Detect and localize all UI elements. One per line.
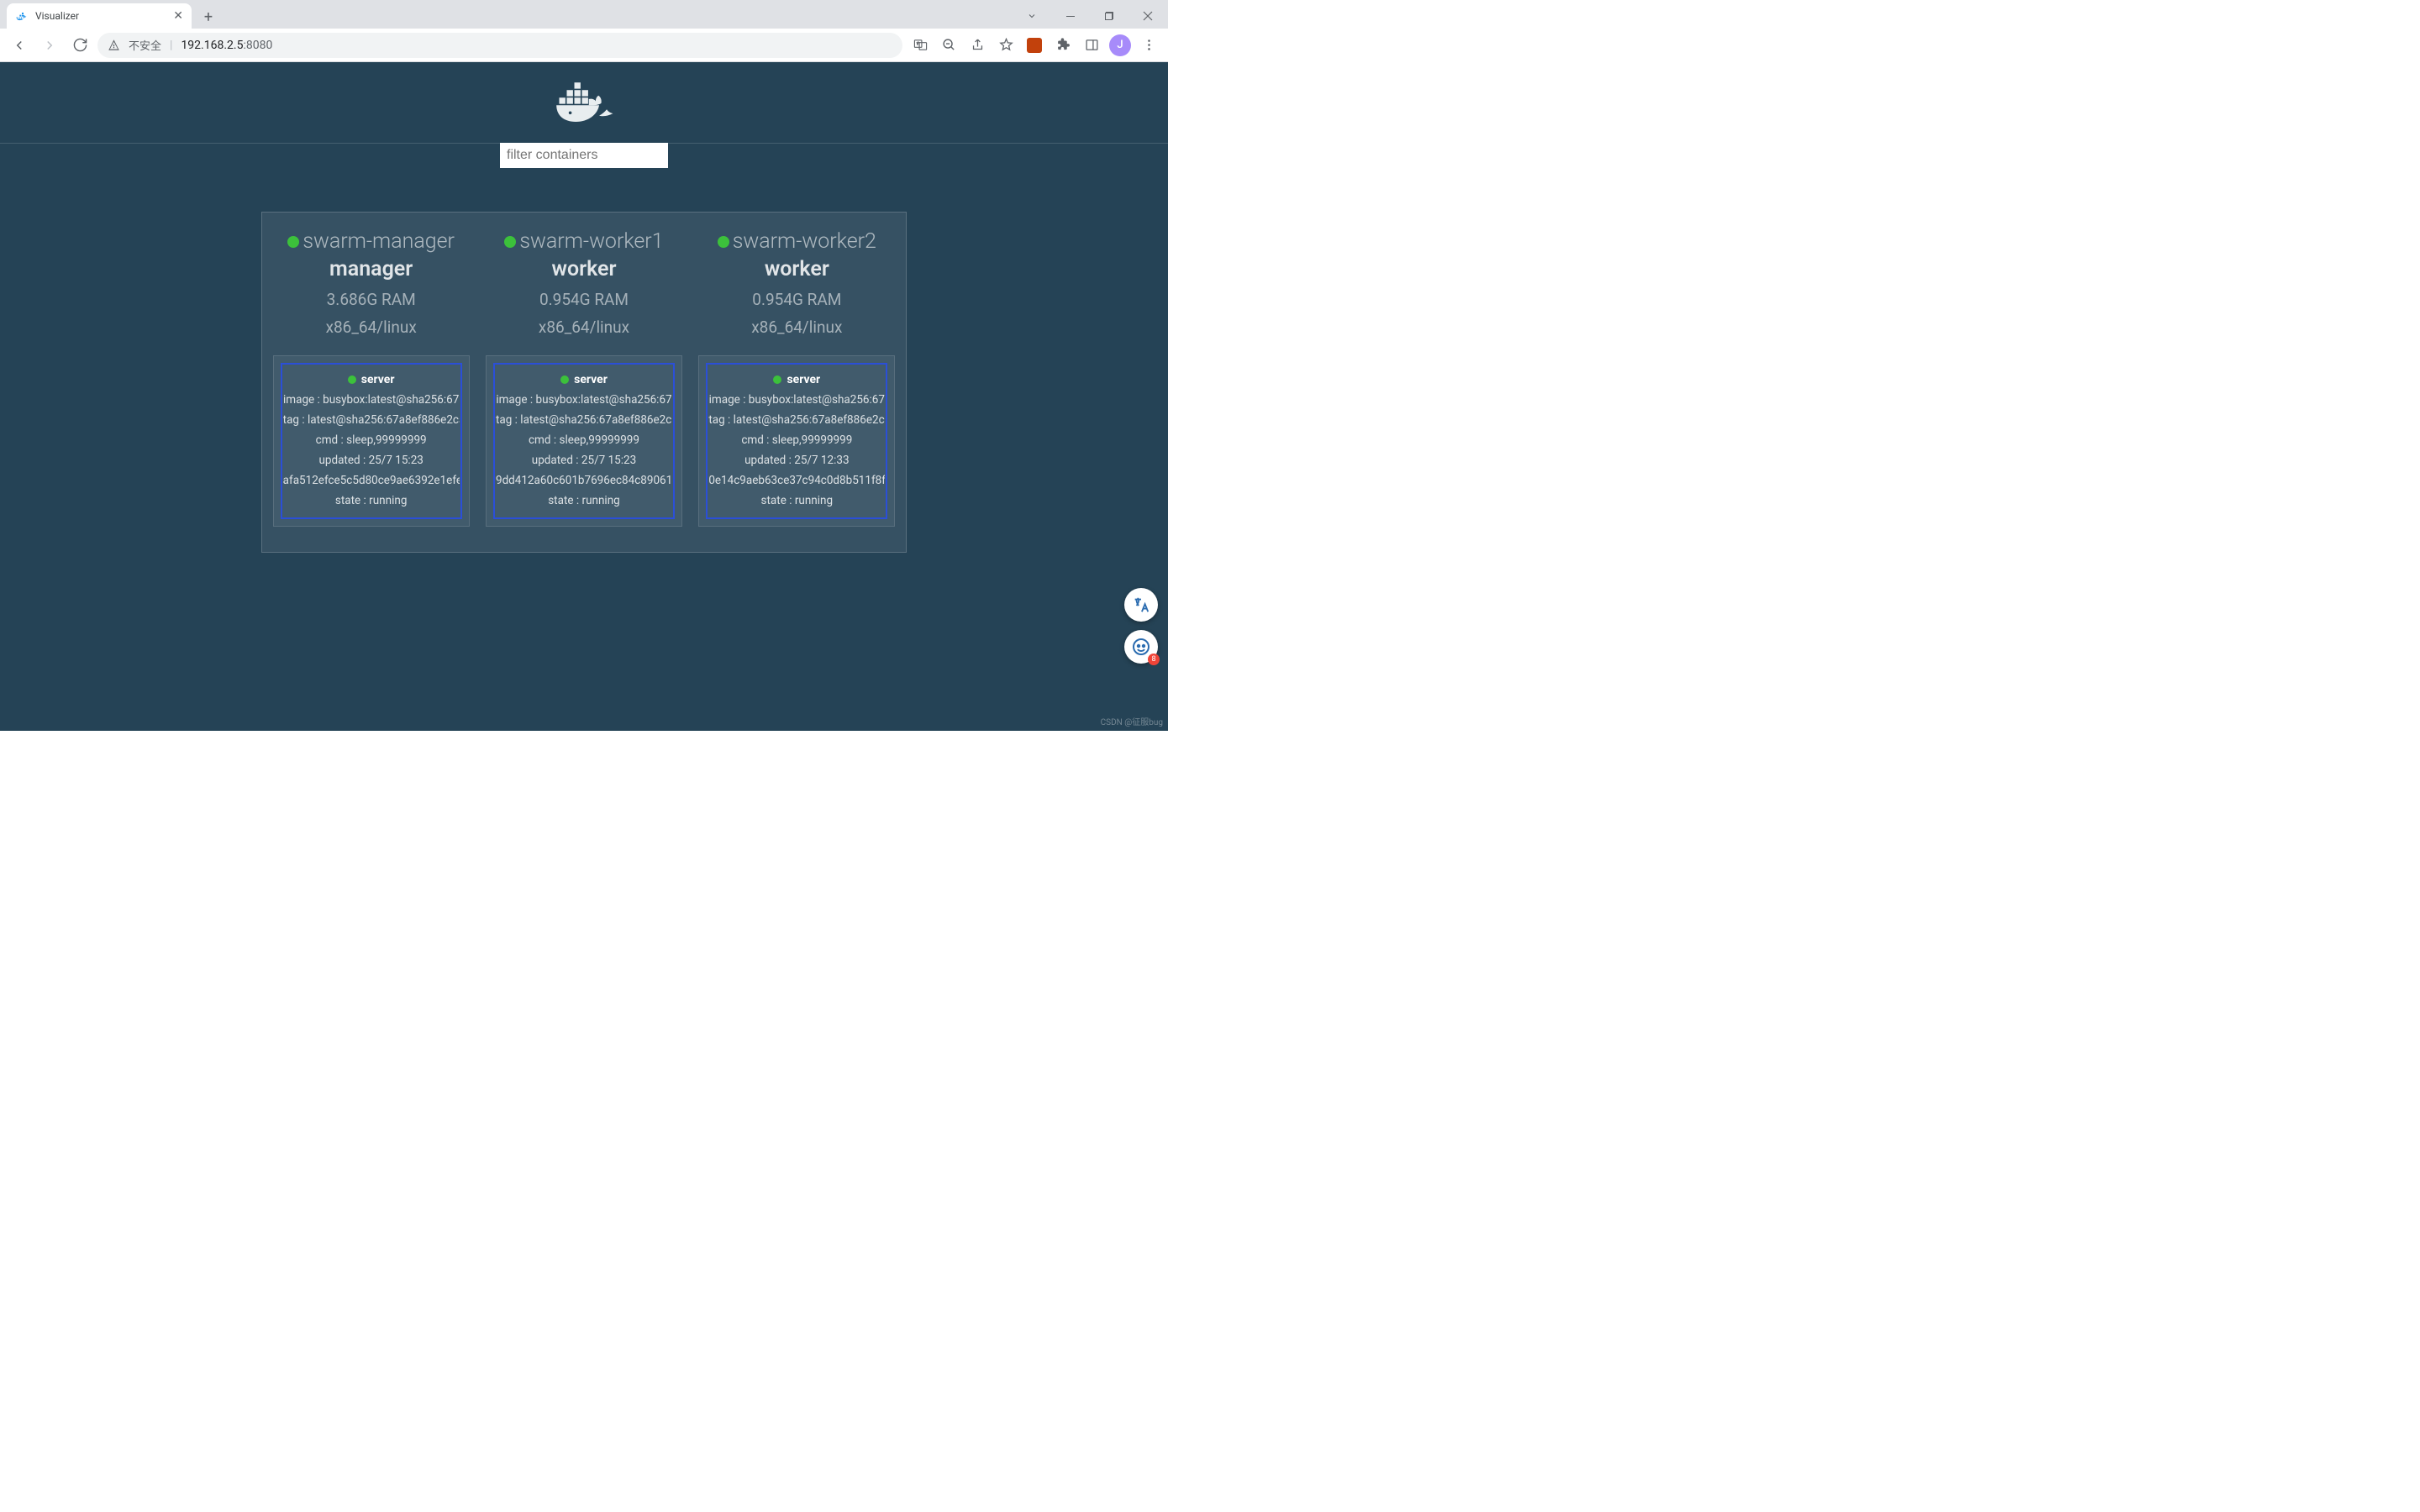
status-dot-icon — [287, 236, 299, 248]
container-cmd: cmd : sleep,99999999 — [529, 433, 639, 447]
tab-title: Visualizer — [35, 10, 79, 22]
browser-chrome: Visualizer ✕ + 不安全 | 192.168.2.5:8080 — [0, 0, 1168, 62]
node-swarm-worker1: swarm-worker1 worker 0.954G RAM x86_64/l… — [483, 229, 684, 527]
new-tab-button[interactable]: + — [197, 5, 220, 29]
browser-toolbar: 不安全 | 192.168.2.5:8080 J — [0, 29, 1168, 62]
security-label: 不安全 — [129, 37, 161, 53]
node-arch: x86_64/linux — [751, 318, 842, 337]
container-title: server — [361, 373, 395, 386]
node-role: worker — [551, 257, 616, 281]
container-image: image : busybox:latest@sha256:67 — [283, 393, 459, 407]
address-bar[interactable]: 不安全 | 192.168.2.5:8080 — [97, 33, 902, 58]
container-title: server — [574, 373, 608, 386]
node-role: worker — [765, 257, 829, 281]
bookmark-icon[interactable] — [993, 33, 1018, 58]
extensions-icon[interactable] — [1050, 33, 1076, 58]
container-updated: updated : 25/7 12:33 — [744, 454, 849, 467]
toolbar-actions: J — [908, 33, 1161, 58]
tab-search-button[interactable] — [1013, 3, 1050, 29]
zoom-icon[interactable] — [936, 33, 961, 58]
url-text: 192.168.2.5:8080 — [181, 39, 272, 52]
status-dot-icon — [348, 375, 356, 384]
filter-input[interactable] — [500, 143, 668, 168]
container-state: state : running — [548, 494, 620, 507]
container-updated: updated : 25/7 15:23 — [532, 454, 636, 467]
insecure-icon — [108, 39, 120, 51]
browser-tab[interactable]: Visualizer ✕ — [7, 3, 192, 29]
container-card[interactable]: server image : busybox:latest@sha256:67 … — [486, 355, 682, 527]
reload-button[interactable] — [67, 33, 92, 58]
node-name: swarm-manager — [302, 229, 455, 254]
container-tag: tag : latest@sha256:67a8ef886e2ca — [496, 413, 672, 427]
container-state: state : running — [761, 494, 834, 507]
node-swarm-manager: swarm-manager manager 3.686G RAM x86_64/… — [271, 229, 471, 527]
tab-strip: Visualizer ✕ + — [0, 0, 1168, 29]
container-id: afa512efce5c5d80ce9ae6392e1efe — [283, 474, 460, 487]
node-ram: 0.954G RAM — [752, 290, 841, 309]
maximize-button[interactable] — [1091, 3, 1128, 29]
close-icon[interactable]: ✕ — [173, 9, 183, 23]
container-state: state : running — [335, 494, 408, 507]
filter-row — [0, 143, 1168, 168]
forward-button[interactable] — [37, 33, 62, 58]
container-card[interactable]: server image : busybox:latest@sha256:67 … — [698, 355, 895, 527]
menu-icon[interactable] — [1136, 33, 1161, 58]
node-arch: x86_64/linux — [326, 318, 417, 337]
status-dot-icon — [773, 375, 781, 384]
translate-icon[interactable] — [908, 33, 933, 58]
floating-buttons: 8 — [1124, 588, 1158, 664]
profile-avatar[interactable]: J — [1107, 33, 1133, 58]
container-image: image : busybox:latest@sha256:67 — [709, 393, 885, 407]
container-tag: tag : latest@sha256:67a8ef886e2ca — [708, 413, 885, 427]
minimize-button[interactable] — [1052, 3, 1089, 29]
support-float-button[interactable]: 8 — [1124, 630, 1158, 664]
share-icon[interactable] — [965, 33, 990, 58]
back-button[interactable] — [7, 33, 32, 58]
notification-badge: 8 — [1148, 654, 1160, 665]
container-cmd: cmd : sleep,99999999 — [741, 433, 852, 447]
container-updated: updated : 25/7 15:23 — [318, 454, 423, 467]
container-title: server — [786, 373, 820, 386]
node-name: swarm-worker1 — [519, 229, 663, 254]
container-image: image : busybox:latest@sha256:67 — [496, 393, 671, 407]
container-tag: tag : latest@sha256:67a8ef886e2ca — [283, 413, 460, 427]
container-card[interactable]: server image : busybox:latest@sha256:67 … — [273, 355, 470, 527]
cluster-panel: swarm-manager manager 3.686G RAM x86_64/… — [261, 212, 907, 553]
container-id: 9dd412a60c601b7696ec84c89061f — [496, 474, 672, 487]
docker-logo-icon — [550, 77, 618, 128]
node-role: manager — [329, 257, 413, 281]
node-arch: x86_64/linux — [539, 318, 629, 337]
status-dot-icon — [718, 236, 729, 248]
status-dot-icon — [504, 236, 516, 248]
container-cmd: cmd : sleep,99999999 — [316, 433, 427, 447]
page-content: swarm-manager manager 3.686G RAM x86_64/… — [0, 62, 1168, 731]
node-ram: 0.954G RAM — [539, 290, 629, 309]
window-controls — [1013, 3, 1168, 29]
close-window-button[interactable] — [1129, 3, 1166, 29]
extension-1-icon[interactable] — [1022, 33, 1047, 58]
translate-float-button[interactable] — [1124, 588, 1158, 622]
tab-favicon-icon — [15, 9, 29, 23]
node-swarm-worker2: swarm-worker2 worker 0.954G RAM x86_64/l… — [697, 229, 897, 527]
side-panel-icon[interactable] — [1079, 33, 1104, 58]
logo-area — [0, 62, 1168, 128]
watermark: CSDN @征服bug — [1101, 715, 1163, 727]
status-dot-icon — [560, 375, 569, 384]
node-name: swarm-worker2 — [733, 229, 876, 254]
node-ram: 3.686G RAM — [327, 290, 416, 309]
container-id: 0e14c9aeb63ce37c94c0d8b511f8f0 — [708, 474, 885, 487]
